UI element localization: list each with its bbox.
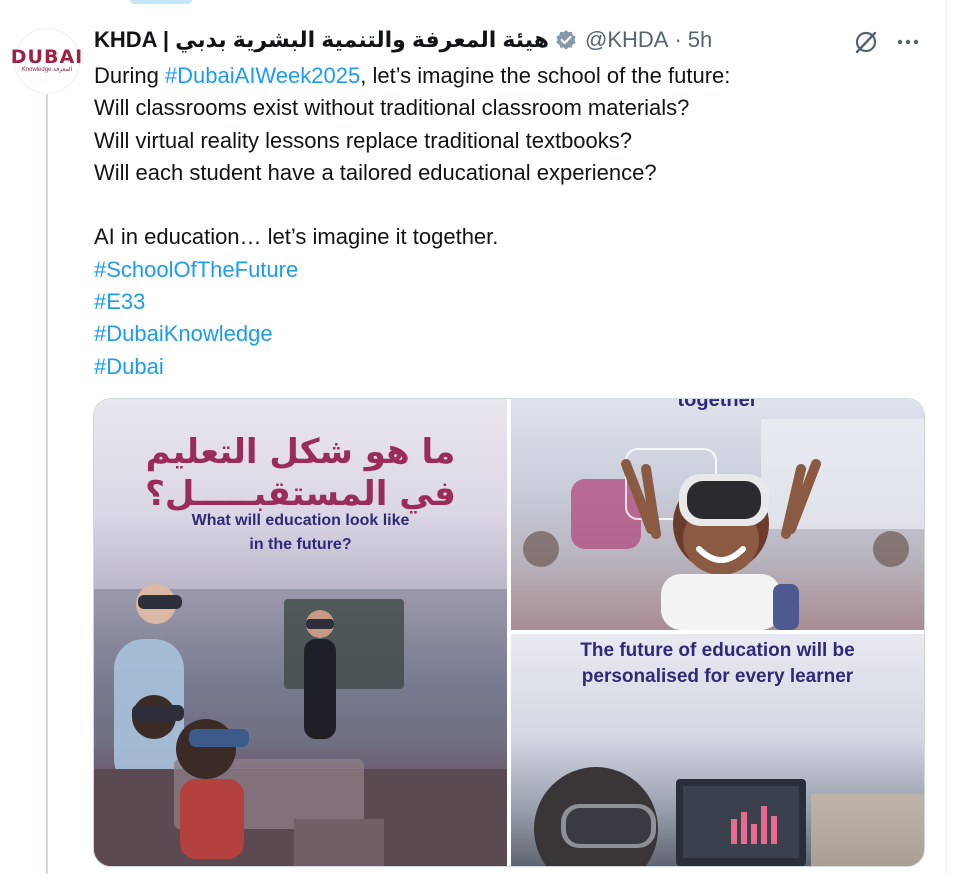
display-name[interactable]: KHDA | هيئة المعرفة والتنمية البشرية بدب… [94, 27, 549, 53]
post-text-line: #E33 [94, 286, 934, 318]
hashtag-link[interactable]: #Dubai [94, 354, 164, 379]
timestamp[interactable]: 5h [688, 27, 712, 53]
image1-english-title: What will education look like in the fut… [94, 509, 507, 557]
post-text-segment: Will classrooms exist without traditiona… [94, 95, 690, 121]
timeline-border [946, 0, 947, 874]
avatar[interactable]: DUBAI Knowledge المعرفة [10, 28, 84, 94]
post-text-line: Will each student have a tailored educat… [94, 157, 934, 189]
image1-english-line-1: What will education look like [191, 512, 410, 529]
separator-dot: · [674, 27, 682, 52]
hashtag-link[interactable]: #SchoolOfTheFuture [94, 257, 298, 282]
image1-arabic-title: ما هو شكل التعليم في المستقبـــــل؟ [94, 431, 507, 515]
post-text: During #DubaiAIWeek2025, let’s imagine t… [94, 60, 934, 383]
avatar-logo-text: DUBAI [10, 46, 84, 68]
top-accent-bar [130, 0, 192, 4]
image2-caption: together [677, 399, 758, 411]
image1-english-line-2: in the future? [249, 536, 352, 553]
vr-child-illustration [523, 419, 924, 630]
post-text-line: AI in education… let’s imagine it togeth… [94, 221, 934, 253]
post-text-line: During #DubaiAIWeek2025, let’s imagine t… [94, 60, 934, 92]
avatar-logo-subtext: Knowledge المعرفة [21, 67, 73, 73]
image1-arabic-line-1: ما هو شكل التعليم [145, 432, 456, 472]
post-text-line: #Dubai [94, 351, 934, 383]
post-text-segment: Will each student have a tailored educat… [94, 159, 657, 185]
post-text-segment: AI in education… let’s imagine it togeth… [94, 224, 499, 250]
post-header: KHDA | هيئة المعرفة والتنمية البشرية بدب… [94, 26, 712, 54]
media-image-2[interactable]: together [511, 399, 924, 630]
media-grid: ما هو شكل التعليم في المستقبـــــل؟ What… [93, 398, 925, 867]
hashtag-link[interactable]: #DubaiAIWeek2025 [165, 63, 360, 88]
image3-caption-line-1: The future of education will be [580, 640, 855, 661]
post-text-line: #DubaiKnowledge [94, 318, 934, 350]
media-image-3[interactable]: The future of education will be personal… [511, 634, 924, 866]
more-icon[interactable] [894, 28, 922, 56]
verified-badge-icon[interactable] [555, 29, 577, 51]
post-text-line: Will virtual reality lessons replace tra… [94, 125, 934, 157]
image3-caption: The future of education will be personal… [511, 638, 924, 690]
post-text-segment: Will virtual reality lessons replace tra… [94, 127, 633, 153]
post-text-line: #SchoolOfTheFuture [94, 254, 934, 286]
image3-caption-line-2: personalised for every learner [581, 666, 854, 687]
post-text-segment: , let’s imagine the school of the future… [360, 63, 731, 88]
grok-icon[interactable] [852, 28, 880, 56]
post-text-line [94, 189, 934, 221]
handle[interactable]: @KHDA [585, 27, 668, 53]
hashtag-link[interactable]: #E33 [94, 289, 145, 314]
hashtag-link[interactable]: #DubaiKnowledge [94, 321, 273, 346]
post-text-segment: During [94, 63, 165, 88]
thread-line [46, 92, 48, 874]
media-image-1[interactable]: ما هو شكل التعليم في المستقبـــــل؟ What… [94, 399, 507, 866]
post-text-line: Will classrooms exist without traditiona… [94, 92, 934, 124]
